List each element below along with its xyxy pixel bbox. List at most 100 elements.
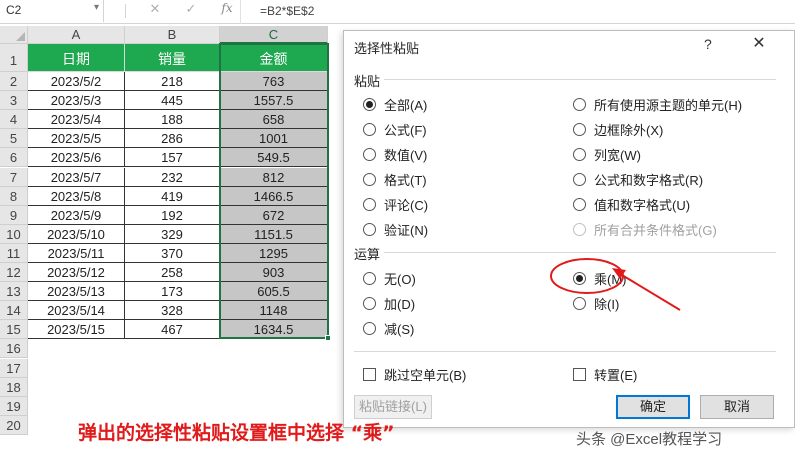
- row-header-2[interactable]: 2: [0, 72, 28, 92]
- cell-b2[interactable]: 218: [125, 72, 220, 92]
- cell-b8[interactable]: 419: [125, 186, 220, 206]
- paste-option-2[interactable]: 数值(V): [363, 145, 427, 163]
- row-header-7[interactable]: 7: [0, 167, 28, 187]
- select-all-corner[interactable]: [0, 26, 28, 44]
- paste-link-button[interactable]: 粘贴链接(L): [354, 395, 432, 419]
- cell-c11[interactable]: 1295: [220, 243, 328, 263]
- cell-a7[interactable]: 2023/5/7: [28, 167, 125, 187]
- cancel-button[interactable]: 取消: [700, 395, 774, 419]
- cell-a15[interactable]: 2023/5/15: [28, 320, 125, 340]
- cell-b10[interactable]: 329: [125, 224, 220, 244]
- radio-icon[interactable]: [573, 296, 586, 310]
- operation-extra-option-1[interactable]: 除(I): [573, 294, 619, 312]
- paste-extra-option-1[interactable]: 边框除外(X): [573, 120, 663, 138]
- cell-b3[interactable]: 445: [125, 91, 220, 111]
- cell-b7[interactable]: 232: [125, 167, 220, 187]
- column-header-c[interactable]: C: [220, 26, 328, 44]
- cell-a14[interactable]: 2023/5/14: [28, 301, 125, 321]
- cell-a13[interactable]: 2023/5/13: [28, 282, 125, 302]
- radio-icon[interactable]: [363, 147, 376, 161]
- radio-icon[interactable]: [363, 197, 376, 211]
- paste-option-4[interactable]: 评论(C): [363, 195, 428, 213]
- checkbox-box[interactable]: [363, 367, 376, 381]
- formula-input[interactable]: =B2*$E$2: [260, 4, 314, 18]
- column-header-b[interactable]: B: [125, 26, 220, 44]
- paste-option-5[interactable]: 验证(N): [363, 220, 428, 238]
- operation-option-0[interactable]: 无(O): [363, 269, 416, 287]
- radio-icon[interactable]: [363, 172, 376, 186]
- row-header-13[interactable]: 13: [0, 282, 28, 302]
- checkbox-box[interactable]: [573, 367, 586, 381]
- paste-option-0[interactable]: 全部(A): [363, 95, 427, 113]
- radio-checked-icon[interactable]: [573, 271, 586, 285]
- radio-icon[interactable]: [573, 197, 586, 211]
- column-header-a[interactable]: A: [28, 26, 125, 44]
- help-icon[interactable]: ?: [704, 36, 712, 52]
- cell-b1[interactable]: 销量: [125, 44, 220, 72]
- cell-a6[interactable]: 2023/5/6: [28, 148, 125, 168]
- check-icon[interactable]: ✓: [180, 1, 202, 21]
- row-header-14[interactable]: 14: [0, 301, 28, 321]
- paste-extra-option-4[interactable]: 值和数字格式(U): [573, 195, 690, 213]
- cell-a1[interactable]: 日期: [28, 44, 125, 72]
- cell-c12[interactable]: 903: [220, 263, 328, 283]
- radio-icon[interactable]: [573, 122, 586, 136]
- insert-function-icon[interactable]: fx: [216, 1, 238, 21]
- radio-icon[interactable]: [573, 147, 586, 161]
- cell-b4[interactable]: 188: [125, 110, 220, 130]
- radio-icon[interactable]: [363, 271, 376, 285]
- cell-a5[interactable]: 2023/5/5: [28, 129, 125, 149]
- cell-b13[interactable]: 173: [125, 282, 220, 302]
- radio-icon[interactable]: [363, 296, 376, 310]
- radio-icon[interactable]: [363, 321, 376, 335]
- row-header-12[interactable]: 12: [0, 263, 28, 283]
- fill-handle[interactable]: [325, 335, 331, 341]
- row-header-19[interactable]: 19: [0, 396, 28, 416]
- cell-c13[interactable]: 605.5: [220, 282, 328, 302]
- radio-icon[interactable]: [573, 172, 586, 186]
- name-box[interactable]: C2 ▾: [0, 0, 104, 22]
- skip-blanks-checkbox[interactable]: 跳过空单元(B): [363, 365, 466, 383]
- cell-b9[interactable]: 192: [125, 205, 220, 225]
- cell-b12[interactable]: 258: [125, 263, 220, 283]
- cell-a9[interactable]: 2023/5/9: [28, 205, 125, 225]
- cell-a10[interactable]: 2023/5/10: [28, 224, 125, 244]
- row-header-10[interactable]: 10: [0, 224, 28, 244]
- cell-b6[interactable]: 157: [125, 148, 220, 168]
- cell-a12[interactable]: 2023/5/12: [28, 263, 125, 283]
- radio-checked-icon[interactable]: [363, 97, 376, 111]
- row-header-11[interactable]: 11: [0, 243, 28, 263]
- cell-a11[interactable]: 2023/5/11: [28, 243, 125, 263]
- row-header-1[interactable]: 1: [0, 44, 28, 72]
- radio-icon[interactable]: [363, 222, 376, 236]
- row-header-16[interactable]: 16: [0, 339, 28, 359]
- paste-extra-option-2[interactable]: 列宽(W): [573, 145, 641, 163]
- cell-c5[interactable]: 1001: [220, 129, 328, 149]
- paste-extra-option-0[interactable]: 所有使用源主题的单元(H): [573, 95, 742, 113]
- close-icon[interactable]: ✕: [748, 33, 770, 55]
- cancel-icon[interactable]: ✕: [144, 1, 166, 21]
- row-header-17[interactable]: 17: [0, 358, 28, 378]
- cell-c1[interactable]: 金额: [220, 44, 328, 72]
- cell-c6[interactable]: 549.5: [220, 148, 328, 168]
- row-header-8[interactable]: 8: [0, 186, 28, 206]
- row-header-5[interactable]: 5: [0, 129, 28, 149]
- cell-c15[interactable]: 1634.5: [220, 320, 328, 340]
- cell-c4[interactable]: 658: [220, 110, 328, 130]
- cell-b11[interactable]: 370: [125, 243, 220, 263]
- cell-b15[interactable]: 467: [125, 320, 220, 340]
- cell-c8[interactable]: 1466.5: [220, 186, 328, 206]
- spreadsheet-grid[interactable]: A B C 1 2 3 4 5 6 7 8 9 10 11 12 13 14 15 16 17 18 19 20 日期…: [0, 26, 345, 441]
- operation-extra-option-0[interactable]: 乘(M): [573, 269, 627, 287]
- cell-a2[interactable]: 2023/5/2: [28, 72, 125, 92]
- paste-option-3[interactable]: 格式(T): [363, 170, 427, 188]
- cell-c9[interactable]: 672: [220, 205, 328, 225]
- cell-b14[interactable]: 328: [125, 301, 220, 321]
- operation-option-2[interactable]: 减(S): [363, 319, 414, 337]
- row-header-18[interactable]: 18: [0, 377, 28, 397]
- row-header-20[interactable]: 20: [0, 415, 28, 435]
- cell-c14[interactable]: 1148: [220, 301, 328, 321]
- paste-option-1[interactable]: 公式(F): [363, 120, 427, 138]
- row-header-3[interactable]: 3: [0, 91, 28, 111]
- cell-c7[interactable]: 812: [220, 167, 328, 187]
